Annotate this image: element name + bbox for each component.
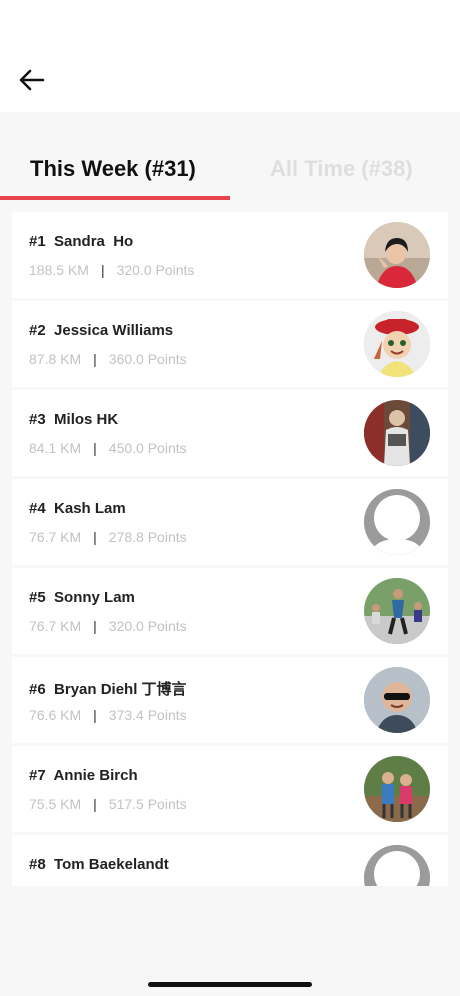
points-value: 278.8 Points (108, 529, 187, 545)
runner-name: #7 Annie Birch (29, 767, 138, 784)
points-value: 373.4 Points (108, 707, 187, 723)
leaderboard-row[interactable]: #6 Bryan Diehl 丁博言 76.6 KM | 373.4 Points (12, 657, 448, 743)
runner-stats: 75.5 KM | 517.5 Points (29, 796, 187, 812)
leaderboard-row[interactable]: #2 Jessica Williams 87.8 KM | 360.0 Points (12, 301, 448, 387)
avatar (364, 756, 430, 822)
distance-value: 76.6 KM (29, 707, 82, 723)
stats-separator: | (93, 351, 97, 367)
runner-name-text: Jessica Williams (54, 322, 174, 339)
rank-label: #4 (29, 500, 46, 517)
leaderboard-list: #1 Sandra Ho 188.5 KM | 320.0 Points #2 Je… (12, 212, 448, 886)
rank-label: #2 (29, 322, 46, 339)
runner-stats: 76.7 KM | 278.8 Points (29, 529, 187, 545)
tab-this-week[interactable]: This Week (#31) (30, 156, 196, 182)
runner-stats: 87.8 KM | 360.0 Points (29, 351, 187, 367)
stats-separator: | (93, 440, 97, 456)
runner-name: #2 Jessica Williams (29, 322, 173, 339)
distance-value: 76.7 KM (29, 529, 82, 545)
active-tab-indicator (0, 196, 230, 200)
arrow-left-icon (19, 69, 45, 91)
runner-name: #1 Sandra Ho (29, 233, 133, 250)
avatar (364, 400, 430, 466)
back-button[interactable] (14, 62, 50, 98)
runner-name-text: Annie Birch (53, 767, 138, 784)
points-value: 320.0 Points (116, 262, 195, 278)
distance-value: 188.5 KM (29, 262, 89, 278)
runner-name: #4 Kash Lam (29, 500, 126, 517)
leaderboard-row[interactable]: #4 Kash Lam 76.7 KM | 278.8 Points (12, 479, 448, 565)
runner-stats: 76.7 KM | 320.0 Points (29, 618, 187, 634)
top-bar (0, 0, 460, 112)
rank-label: #5 (29, 589, 46, 606)
points-value: 450.0 Points (108, 440, 187, 456)
stats-separator: | (100, 262, 105, 278)
tab-all-time[interactable]: All Time (#38) (270, 156, 413, 182)
distance-value: 75.5 KM (29, 796, 82, 812)
stats-separator: | (93, 618, 97, 634)
leaderboard-row[interactable]: #1 Sandra Ho 188.5 KM | 320.0 Points (12, 212, 448, 298)
distance-value: 87.8 KM (29, 351, 82, 367)
distance-value: 76.7 KM (29, 618, 82, 634)
distance-value: 84.1 KM (29, 440, 82, 456)
leaderboard-row[interactable]: #3 Milos HK 84.1 KM | 450.0 Points (12, 390, 448, 476)
runner-stats: 76.6 KM | 373.4 Points (29, 707, 187, 723)
runner-name-text: Sonny Lam (54, 589, 135, 606)
rank-label: #3 (29, 411, 46, 428)
runner-name-text: Tom Baekelandt (54, 856, 169, 873)
rank-label: #6 (29, 681, 46, 698)
default-avatar-icon (364, 489, 430, 555)
default-avatar-icon (364, 845, 430, 886)
runner-name: #5 Sonny Lam (29, 589, 135, 606)
leaderboard-row[interactable]: #7 Annie Birch 75.5 KM | 517.5 Points (12, 746, 448, 832)
runner-name: #3 Milos HK (29, 411, 118, 428)
runner-name-text: Sandra Ho (54, 233, 134, 250)
stats-separator: | (93, 796, 97, 812)
avatar (364, 667, 430, 733)
points-value: 360.0 Points (108, 351, 187, 367)
leaderboard-row[interactable]: #8 Tom Baekelandt (12, 835, 448, 886)
leaderboard-row[interactable]: #5 Sonny Lam 76.7 KM | 320.0 Points (12, 568, 448, 654)
stats-separator: | (93, 707, 97, 723)
runner-name: #6 Bryan Diehl 丁博言 (29, 678, 187, 699)
runner-name: #8 Tom Baekelandt (29, 856, 169, 873)
points-value: 320.0 Points (108, 618, 187, 634)
rank-label: #1 (29, 233, 46, 250)
points-value: 517.5 Points (108, 796, 187, 812)
rank-label: #8 (29, 856, 46, 873)
avatar (364, 222, 430, 288)
rank-label: #7 (29, 767, 46, 784)
runner-stats: 188.5 KM | 320.0 Points (29, 262, 194, 278)
runner-stats: 84.1 KM | 450.0 Points (29, 440, 187, 456)
home-indicator (148, 982, 312, 987)
avatar (364, 578, 430, 644)
runner-name-text: Milos HK (54, 411, 119, 428)
runner-name-text: Bryan Diehl 丁博言 (54, 681, 187, 698)
stats-separator: | (93, 529, 97, 545)
leaderboard-tabs: This Week (#31) All Time (#38) (0, 112, 460, 202)
avatar (364, 311, 430, 377)
runner-name-text: Kash Lam (54, 500, 126, 517)
